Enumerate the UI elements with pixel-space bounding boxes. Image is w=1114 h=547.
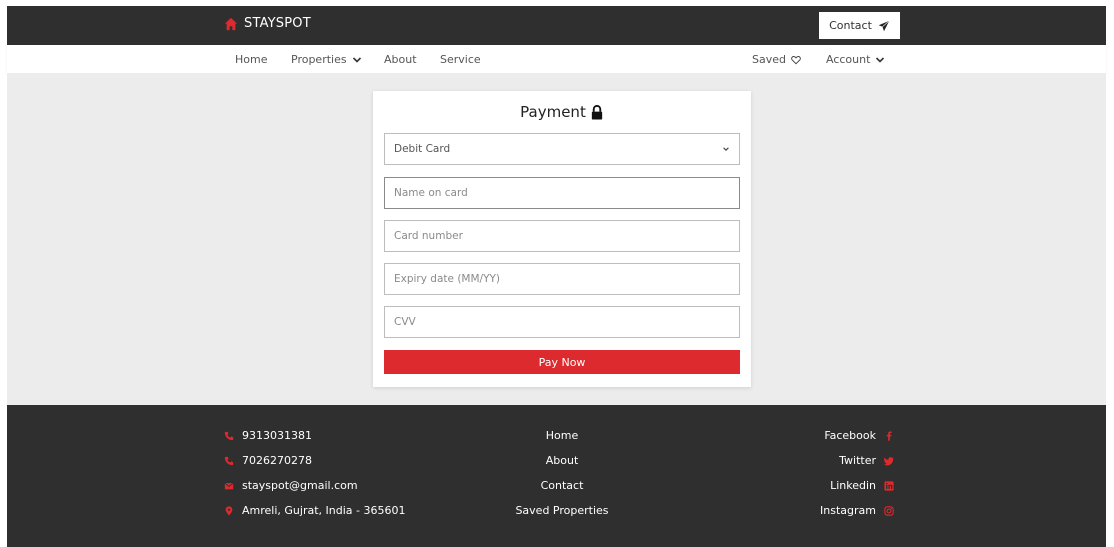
map-pin-icon <box>225 505 233 516</box>
expiry-date-input[interactable] <box>384 263 740 295</box>
card-number-input[interactable] <box>384 220 740 252</box>
cvv-input[interactable] <box>384 306 740 338</box>
payment-title: Payment <box>373 103 751 121</box>
instagram-label: Instagram <box>820 504 876 517</box>
nav-properties-label: Properties <box>291 53 347 66</box>
footer-phone-1-text: 9313031381 <box>242 429 312 442</box>
footer-linkedin-link[interactable]: Linkedin <box>830 479 894 492</box>
nav-service[interactable]: Service <box>440 53 481 66</box>
top-bar: STAYSPOT Contact <box>7 6 1106 45</box>
footer-instagram-link[interactable]: Instagram <box>820 504 894 517</box>
contact-button[interactable]: Contact <box>819 12 900 39</box>
footer-link-contact[interactable]: Contact <box>462 479 662 492</box>
nav-account-label: Account <box>826 53 871 66</box>
lock-icon <box>591 104 602 120</box>
paper-plane-icon <box>878 20 890 31</box>
twitter-label: Twitter <box>839 454 876 467</box>
nav-about-label: About <box>384 53 417 66</box>
home-icon <box>224 17 238 30</box>
nav-account[interactable]: Account <box>826 53 885 66</box>
footer-link-about[interactable]: About <box>462 454 662 467</box>
nav-bar: Home Properties About Service Saved Acco… <box>7 45 1106 73</box>
footer-address-text: Amreli, Gujrat, India - 365601 <box>242 504 406 517</box>
envelope-icon <box>224 482 234 489</box>
chevron-down-icon <box>723 147 729 151</box>
heart-icon <box>791 55 801 64</box>
main-content: Payment Debit Card Pay Now <box>7 73 1106 405</box>
nav-saved-label: Saved <box>752 53 786 66</box>
payment-method-value: Debit Card <box>394 143 451 155</box>
nav-about[interactable]: About <box>384 53 417 66</box>
footer-email-text: stayspot@gmail.com <box>242 479 358 492</box>
phone-icon <box>224 431 234 440</box>
chevron-down-icon <box>876 56 885 63</box>
footer-facebook-link[interactable]: Facebook <box>824 429 894 442</box>
chevron-down-icon <box>352 56 361 63</box>
payment-card: Payment Debit Card Pay Now <box>373 91 751 387</box>
nav-home[interactable]: Home <box>235 53 267 66</box>
brand-logo[interactable]: STAYSPOT <box>224 16 311 31</box>
linkedin-label: Linkedin <box>830 479 876 492</box>
footer-link-home[interactable]: Home <box>462 429 662 442</box>
footer-link-saved-properties[interactable]: Saved Properties <box>462 504 662 517</box>
contact-button-label: Contact <box>829 19 872 32</box>
footer-twitter-link[interactable]: Twitter <box>839 454 894 467</box>
footer-phone-2[interactable]: 7026270278 <box>224 454 312 467</box>
footer: 9313031381 7026270278 stayspot@gmail.com… <box>7 405 1106 547</box>
footer-phone-2-text: 7026270278 <box>242 454 312 467</box>
brand-name: STAYSPOT <box>244 16 311 31</box>
facebook-icon <box>886 431 892 441</box>
pay-now-button[interactable]: Pay Now <box>384 350 740 374</box>
name-on-card-input[interactable] <box>384 177 740 209</box>
payment-method-select[interactable]: Debit Card <box>384 133 740 165</box>
payment-title-text: Payment <box>520 103 586 121</box>
linkedin-icon <box>884 480 894 491</box>
nav-home-label: Home <box>235 53 268 66</box>
nav-properties[interactable]: Properties <box>291 53 362 66</box>
nav-saved[interactable]: Saved <box>752 53 801 66</box>
footer-phone-1[interactable]: 9313031381 <box>224 429 312 442</box>
instagram-icon <box>884 505 894 516</box>
twitter-icon <box>884 456 894 465</box>
phone-icon <box>224 456 234 465</box>
footer-address: Amreli, Gujrat, India - 365601 <box>224 504 405 517</box>
footer-email[interactable]: stayspot@gmail.com <box>224 479 358 492</box>
nav-service-label: Service <box>440 53 481 66</box>
facebook-label: Facebook <box>824 429 876 442</box>
